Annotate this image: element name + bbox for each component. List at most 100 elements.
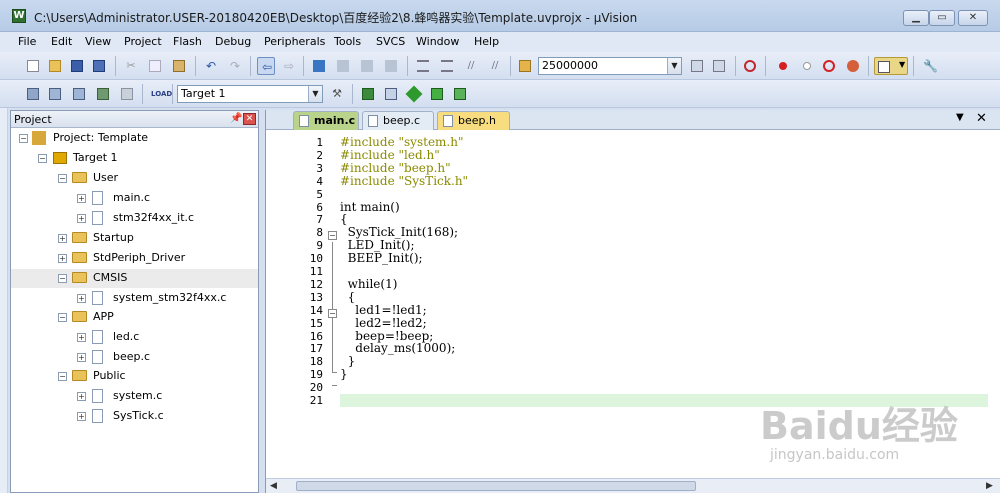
configure-button[interactable]: 🔧	[920, 57, 938, 75]
menu-help[interactable]: Help	[474, 35, 499, 48]
translate-button[interactable]	[24, 85, 42, 103]
select-software-packs-button[interactable]	[451, 85, 469, 103]
code-line[interactable]: {	[340, 290, 356, 304]
tab-beep-h[interactable]: beep.h	[437, 111, 510, 130]
scroll-left-icon[interactable]: ◀	[270, 481, 277, 491]
tree-node-file[interactable]: + system_stm32f4xx.c	[11, 289, 258, 308]
code-line[interactable]: beep=!beep;	[340, 329, 433, 343]
code-line[interactable]: }	[340, 354, 356, 368]
tree-node-folder-public[interactable]: − Public	[11, 367, 258, 386]
tree-node-file[interactable]: + SysTick.c	[11, 407, 258, 426]
code-line[interactable]: LED_Init();	[340, 238, 415, 252]
menu-peripherals[interactable]: Peripherals	[264, 35, 325, 48]
expand-icon[interactable]: +	[77, 333, 86, 342]
undo-button[interactable]: ↶	[202, 57, 220, 75]
close-pane-button[interactable]: ✕	[243, 113, 256, 125]
open-file-button[interactable]	[46, 57, 64, 75]
tree-node-folder-cmsis[interactable]: − CMSIS	[11, 269, 258, 288]
expand-icon[interactable]: +	[77, 194, 86, 203]
download-button[interactable]: LOAD	[148, 85, 172, 103]
code-line[interactable]: }	[340, 367, 348, 381]
code-line[interactable]: SysTick_Init(168);	[340, 225, 458, 239]
tree-node-file[interactable]: + beep.c	[11, 348, 258, 367]
file-extensions-button[interactable]	[359, 85, 377, 103]
save-all-button[interactable]	[90, 57, 108, 75]
menu-edit[interactable]: Edit	[51, 35, 72, 48]
insert-breakpoint-button[interactable]	[774, 57, 792, 75]
new-file-button[interactable]	[24, 57, 42, 75]
bookmark-clear-button[interactable]	[382, 57, 400, 75]
collapse-icon[interactable]: −	[58, 274, 67, 283]
menu-debug[interactable]: Debug	[215, 35, 251, 48]
stop-build-button[interactable]	[118, 85, 136, 103]
code-line[interactable]: led2=!led2;	[340, 316, 426, 330]
paste-button[interactable]	[170, 57, 188, 75]
expand-icon[interactable]: +	[77, 214, 86, 223]
collapse-icon[interactable]: −	[58, 313, 67, 322]
disable-all-breakpoints-button[interactable]	[820, 57, 838, 75]
debug-session-button[interactable]	[741, 57, 759, 75]
code-area[interactable]: #include "system.h" #include "led.h" #incl…	[340, 131, 1000, 478]
unindent-button[interactable]	[438, 57, 456, 75]
code-line[interactable]: BEEP_Init();	[340, 251, 423, 265]
minimize-button[interactable]: ▁	[903, 10, 929, 26]
expand-icon[interactable]: +	[77, 294, 86, 303]
collapse-icon[interactable]: −	[38, 154, 47, 163]
window-layout-button[interactable]: ▼	[874, 57, 908, 75]
menu-window[interactable]: Window	[416, 35, 459, 48]
bookmark-next-button[interactable]	[358, 57, 376, 75]
menu-flash[interactable]: Flash	[173, 35, 202, 48]
batch-build-button[interactable]	[94, 85, 112, 103]
tree-node-folder-user[interactable]: − User	[11, 169, 258, 188]
bookmark-prev-button[interactable]	[334, 57, 352, 75]
code-line[interactable]: #include "beep.h"	[340, 161, 451, 175]
cut-button[interactable]: ✂	[122, 57, 140, 75]
code-line[interactable]: while(1)	[340, 277, 398, 291]
code-line[interactable]: int main()	[340, 200, 400, 214]
redo-button[interactable]: ↷	[226, 57, 244, 75]
chevron-down-icon[interactable]: ▼	[667, 58, 681, 74]
kill-all-breakpoints-button[interactable]	[844, 57, 862, 75]
tab-list-dropdown[interactable]: ▼	[956, 112, 964, 123]
tree-node-file[interactable]: + led.c	[11, 328, 258, 347]
run-time-environment-button[interactable]	[428, 85, 446, 103]
chevron-down-icon[interactable]: ▼	[308, 86, 322, 102]
tree-node-file[interactable]: + stm32f4xx_it.c	[11, 209, 258, 228]
save-button[interactable]	[68, 57, 86, 75]
horizontal-scrollbar[interactable]: ◀ ▶	[266, 478, 1000, 493]
tree-node-file[interactable]: + main.c	[11, 189, 258, 208]
collapse-icon[interactable]: −	[58, 174, 67, 183]
menu-file[interactable]: File	[18, 35, 36, 48]
menu-project[interactable]: Project	[124, 35, 162, 48]
target-options-button[interactable]: ⚒	[328, 85, 346, 103]
menu-view[interactable]: View	[85, 35, 111, 48]
code-line[interactable]: #include "SysTick.h"	[340, 174, 468, 188]
find-combobox[interactable]: 25000000 ▼	[538, 57, 682, 75]
find-button[interactable]	[688, 57, 706, 75]
menu-tools[interactable]: Tools	[334, 35, 361, 48]
incremental-find-button[interactable]	[710, 57, 728, 75]
code-line[interactable]: delay_ms(1000);	[340, 341, 455, 355]
tab-main-c[interactable]: main.c	[293, 111, 359, 130]
scroll-right-icon[interactable]: ▶	[986, 481, 993, 491]
tree-node-file[interactable]: + system.c	[11, 387, 258, 406]
pin-icon[interactable]: 📌	[230, 113, 242, 124]
fold-toggle-icon[interactable]: −	[328, 309, 337, 318]
tree-node-target[interactable]: − Target 1	[11, 149, 258, 168]
tree-node-project[interactable]: − Project: Template	[11, 129, 258, 148]
navigate-back-button[interactable]: ⇦	[257, 57, 275, 75]
rebuild-button[interactable]	[70, 85, 88, 103]
pack-installer-button[interactable]	[405, 85, 423, 103]
enable-breakpoint-button[interactable]	[798, 57, 816, 75]
indent-button[interactable]	[414, 57, 432, 75]
target-select[interactable]: Target 1 ▼	[177, 85, 323, 103]
close-window-button[interactable]: ✕	[958, 10, 988, 26]
find-in-files-button[interactable]	[516, 57, 534, 75]
code-line[interactable]: {	[340, 212, 348, 226]
code-line[interactable]: led1=!led1;	[340, 303, 426, 317]
expand-icon[interactable]: +	[77, 412, 86, 421]
collapse-icon[interactable]: −	[19, 134, 28, 143]
menu-svcs[interactable]: SVCS	[376, 35, 405, 48]
expand-icon[interactable]: +	[77, 392, 86, 401]
copy-button[interactable]	[146, 57, 164, 75]
